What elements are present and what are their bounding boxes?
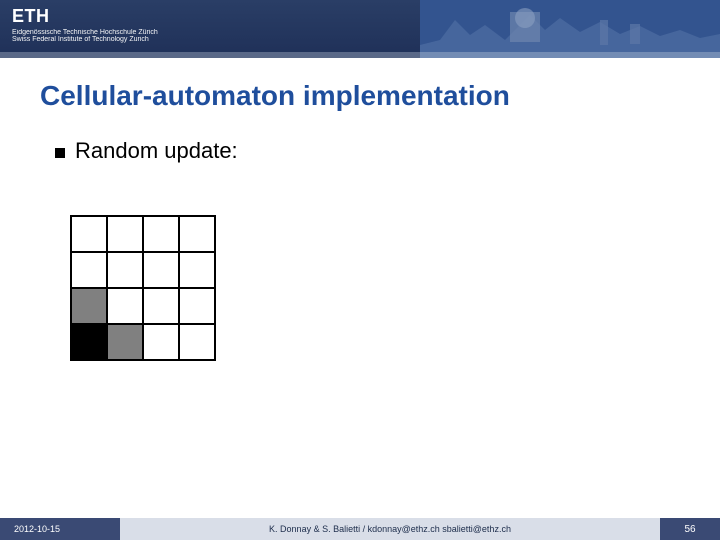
bullet-text: Random update: xyxy=(75,138,238,164)
grid-cell xyxy=(143,216,179,252)
slide-title: Cellular-automaton implementation xyxy=(40,80,510,112)
footer-page-number: 56 xyxy=(660,518,720,540)
grid-cell xyxy=(179,324,215,360)
bullet-item: Random update: xyxy=(55,138,238,164)
grid-cell xyxy=(107,252,143,288)
footer-credits: K. Donnay & S. Balietti / kdonnay@ethz.c… xyxy=(120,518,660,540)
slide: ETH Eidgenössische Technische Hochschule… xyxy=(0,0,720,540)
grid-cell xyxy=(71,288,107,324)
grid-cell xyxy=(143,252,179,288)
bullet-marker xyxy=(55,148,65,158)
banner-divider xyxy=(0,52,720,58)
grid-cell xyxy=(179,288,215,324)
skyline-graphic xyxy=(420,0,720,58)
grid-cell xyxy=(71,324,107,360)
grid-cell xyxy=(179,216,215,252)
grid-cell xyxy=(143,324,179,360)
header-banner: ETH Eidgenössische Technische Hochschule… xyxy=(0,0,720,58)
grid-cell xyxy=(107,288,143,324)
grid-row xyxy=(71,216,215,252)
footer: 2012-10-15 K. Donnay & S. Balietti / kdo… xyxy=(0,518,720,540)
logo-block: ETH Eidgenössische Technische Hochschule… xyxy=(12,6,158,43)
footer-date: 2012-10-15 xyxy=(0,518,120,540)
grid-row xyxy=(71,324,215,360)
automaton-grid xyxy=(70,215,216,361)
logo-subline-1: Eidgenössische Technische Hochschule Zür… xyxy=(12,29,158,36)
logo-text: ETH xyxy=(12,6,158,27)
grid-cell xyxy=(107,324,143,360)
grid-cell xyxy=(107,216,143,252)
grid-cell xyxy=(71,252,107,288)
grid-cell xyxy=(179,252,215,288)
grid-cell xyxy=(71,216,107,252)
grid-row xyxy=(71,252,215,288)
logo-subline-2: Swiss Federal Institute of Technology Zu… xyxy=(12,36,158,43)
grid-row xyxy=(71,288,215,324)
grid-cell xyxy=(143,288,179,324)
